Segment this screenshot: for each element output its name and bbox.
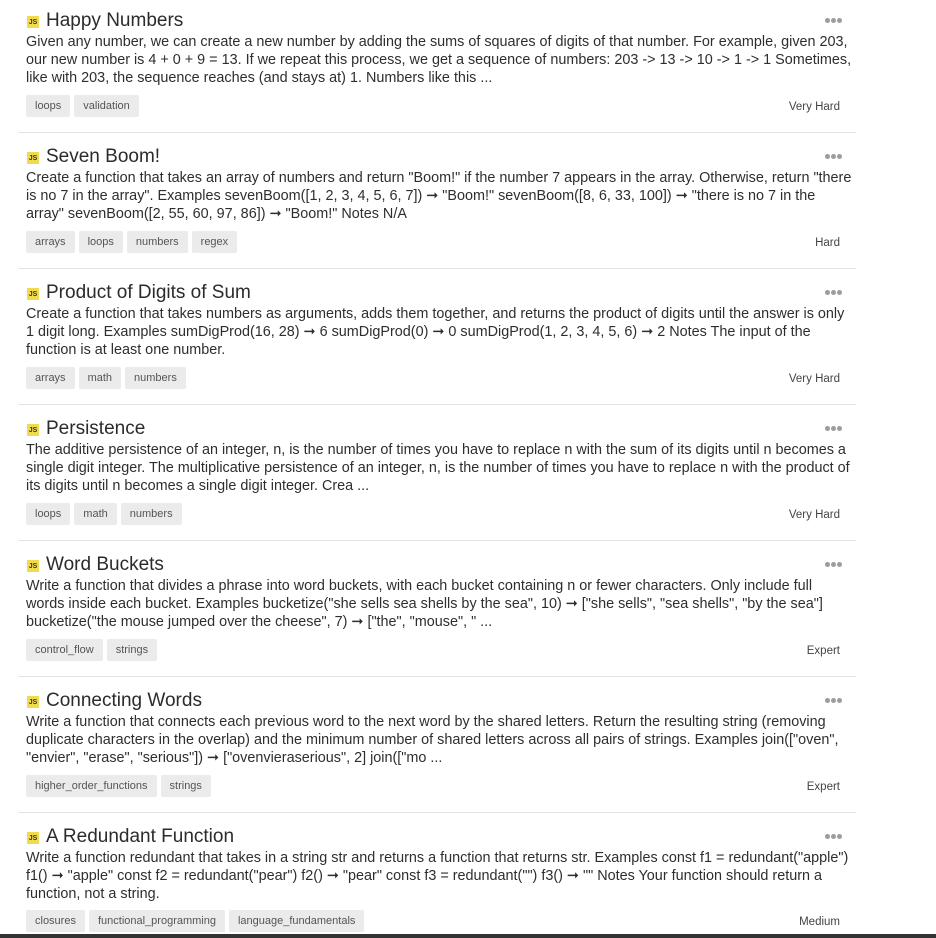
challenge-card: JS A Redundant Function Write a function… xyxy=(18,816,856,934)
difficulty-label: Very Hard xyxy=(788,509,840,521)
tag-list: arrays math numbers xyxy=(26,367,186,389)
challenge-title[interactable]: A Redundant Function xyxy=(46,826,234,848)
javascript-icon: JS xyxy=(27,696,39,708)
challenge-card: JS Connecting Words Write a function tha… xyxy=(18,680,856,813)
tag[interactable]: math xyxy=(74,503,117,525)
difficulty-label: Hard xyxy=(815,237,840,249)
tag[interactable]: functional_programming xyxy=(88,910,225,932)
tag[interactable]: numbers xyxy=(125,367,186,389)
javascript-icon: JS xyxy=(27,832,39,844)
tag[interactable]: arrays xyxy=(26,231,75,253)
tag[interactable]: language_fundamentals xyxy=(228,910,365,932)
card-title-row: JS A Redundant Function xyxy=(27,825,234,849)
javascript-icon: JS xyxy=(27,288,39,300)
card-title-row: JS Connecting Words xyxy=(27,689,202,713)
challenge-card: JS Happy Numbers Given any number, we ca… xyxy=(18,0,856,133)
challenge-card: JS Product of Digits of Sum Create a fun… xyxy=(18,272,856,405)
challenge-title[interactable]: Seven Boom! xyxy=(46,146,160,168)
difficulty-label: Expert xyxy=(806,781,840,793)
challenge-description: Write a function that divides a phrase i… xyxy=(26,578,823,630)
challenge-title[interactable]: Persistence xyxy=(46,418,145,440)
card-title-row: JS Persistence xyxy=(27,417,145,441)
challenge-title[interactable]: Connecting Words xyxy=(46,690,202,712)
more-options-icon[interactable] xyxy=(824,286,842,296)
tag[interactable]: arrays xyxy=(26,367,75,389)
more-options-icon[interactable] xyxy=(824,14,842,24)
challenge-card: JS Word Buckets Write a function that di… xyxy=(18,544,856,677)
tag[interactable]: strings xyxy=(106,639,158,661)
more-options-icon[interactable] xyxy=(824,830,842,840)
card-title-row: JS Product of Digits of Sum xyxy=(27,281,251,305)
challenge-card: JS Persistence The additive persistence … xyxy=(18,408,856,541)
more-options-icon[interactable] xyxy=(824,694,842,704)
tag-list: closures functional_programming language… xyxy=(26,910,365,932)
tag[interactable]: loops xyxy=(26,95,71,117)
challenge-title[interactable]: Happy Numbers xyxy=(46,10,183,32)
challenge-description: The additive persistence of an integer, … xyxy=(26,442,850,494)
difficulty-label: Very Hard xyxy=(788,373,840,385)
tag[interactable]: loops xyxy=(78,231,123,253)
challenge-description: Write a function redundant that takes in… xyxy=(26,850,849,902)
challenge-title[interactable]: Product of Digits of Sum xyxy=(46,282,251,304)
javascript-icon: JS xyxy=(27,16,39,28)
tag-list: higher_order_functions strings xyxy=(26,775,211,797)
tag[interactable]: control_flow xyxy=(26,639,103,661)
tag[interactable]: strings xyxy=(160,775,211,797)
tag[interactable]: math xyxy=(78,367,122,389)
tag[interactable]: closures xyxy=(26,910,85,932)
challenge-description: Create a function that takes numbers as … xyxy=(26,306,845,358)
card-title-row: JS Happy Numbers xyxy=(27,9,183,33)
card-title-row: JS Seven Boom! xyxy=(27,145,160,169)
tag-list: loops validation xyxy=(26,95,139,117)
more-options-icon[interactable] xyxy=(824,558,842,568)
javascript-icon: JS xyxy=(27,152,39,164)
difficulty-label: Very Hard xyxy=(788,101,840,113)
tag[interactable]: numbers xyxy=(126,231,188,253)
difficulty-label: Expert xyxy=(806,645,840,657)
tag-list: loops math numbers xyxy=(26,503,182,525)
more-options-icon[interactable] xyxy=(824,422,842,432)
difficulty-label: Medium xyxy=(799,916,840,928)
javascript-icon: JS xyxy=(27,560,39,572)
tag[interactable]: numbers xyxy=(120,503,182,525)
challenge-description: Given any number, we can create a new nu… xyxy=(26,34,852,86)
tag[interactable]: validation xyxy=(74,95,139,117)
tag[interactable]: higher_order_functions xyxy=(26,775,157,797)
tag[interactable]: loops xyxy=(26,503,71,525)
challenge-title[interactable]: Word Buckets xyxy=(46,554,164,576)
bottom-border xyxy=(0,934,936,938)
javascript-icon: JS xyxy=(27,424,39,436)
challenge-description: Create a function that takes an array of… xyxy=(26,170,852,222)
challenge-card: JS Seven Boom! Create a function that ta… xyxy=(18,136,856,269)
tag[interactable]: regex xyxy=(191,231,238,253)
card-title-row: JS Word Buckets xyxy=(27,553,164,577)
tag-list: control_flow strings xyxy=(26,639,158,661)
more-options-icon[interactable] xyxy=(824,150,842,160)
challenge-description: Write a function that connects each prev… xyxy=(26,714,839,766)
tag-list: arrays loops numbers regex xyxy=(26,231,238,253)
